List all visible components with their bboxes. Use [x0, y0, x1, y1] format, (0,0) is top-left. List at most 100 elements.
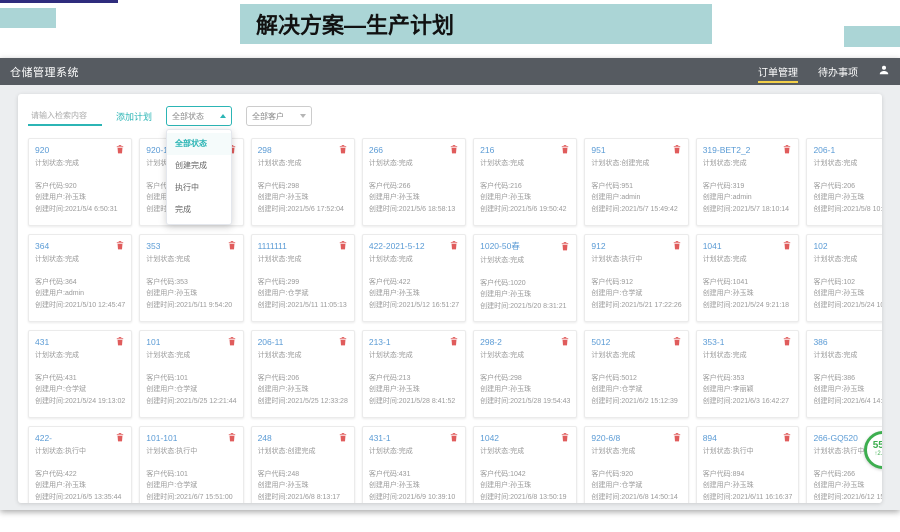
plan-card[interactable]: 920-6/8 计划状态:完成 客户代码:920 创建用户:仓学斌 创建时间:2… [584, 426, 688, 503]
delete-card-button[interactable] [338, 144, 348, 155]
card-time-line: 创建时间:2021/5/6 17:52:04 [258, 204, 348, 216]
card-status-line: 计划状态:创建完成 [258, 446, 348, 458]
card-user-line: 创建用户:孙玉珠 [146, 288, 236, 300]
delete-card-button[interactable] [449, 144, 459, 155]
delete-card-button[interactable] [338, 240, 348, 251]
delete-card-button[interactable] [449, 336, 459, 347]
card-status-line: 计划状态:完成 [369, 350, 459, 362]
card-status-line: 计划状态:完成 [591, 350, 681, 362]
card-time-line: 创建时间:2021/5/12 16:51:27 [369, 300, 459, 312]
add-plan-button[interactable]: 添加计划 [116, 110, 152, 123]
card-user-line: 创建用户:仓学斌 [146, 384, 236, 396]
status-option[interactable]: 执行中 [167, 177, 231, 199]
slide-title: 解决方案—生产计划 [240, 4, 712, 44]
card-title: 920-1 [146, 145, 168, 155]
search-input[interactable] [28, 106, 102, 126]
delete-card-button[interactable] [449, 432, 459, 443]
plan-card[interactable]: 1020-50春 计划状态:完成 客户代码:1020 创建用户:孙玉珠 创建时间… [473, 234, 577, 322]
card-user-line: 创建用户:admin [703, 192, 793, 204]
nav-item-todo[interactable]: 待办事项 [818, 58, 858, 85]
status-filter-select[interactable]: 全部状态 [166, 106, 232, 126]
card-user-line: 创建用户:仓学斌 [146, 480, 236, 492]
card-title: 920-6/8 [591, 433, 620, 443]
delete-card-button[interactable] [115, 336, 125, 347]
delete-card-button[interactable] [672, 336, 682, 347]
delete-card-button[interactable] [560, 336, 570, 347]
card-title: 353-1 [703, 337, 725, 347]
card-time-line: 创建时间:2021/6/8 13:50:19 [480, 492, 570, 503]
delete-card-button[interactable] [782, 144, 792, 155]
status-option[interactable]: 全部状态 [167, 133, 231, 155]
plan-card[interactable]: 920 计划状态:完成 客户代码:920 创建用户:孙玉珠 创建时间:2021/… [28, 138, 132, 226]
delete-card-button[interactable] [782, 336, 792, 347]
status-option[interactable]: 创建完成 [167, 155, 231, 177]
plan-card[interactable]: 422- 计划状态:执行中 客户代码:422 创建用户:孙玉珠 创建时间:202… [28, 426, 132, 503]
delete-card-button[interactable] [560, 144, 570, 155]
card-user-line: 创建用户:孙玉珠 [369, 384, 459, 396]
plan-card[interactable]: 1042 计划状态:完成 客户代码:1042 创建用户:孙玉珠 创建时间:202… [473, 426, 577, 503]
delete-card-button[interactable] [672, 432, 682, 443]
nav-item-order-management[interactable]: 订单管理 [758, 58, 798, 85]
user-menu-button[interactable] [878, 58, 890, 85]
plan-card[interactable]: 298 计划状态:完成 客户代码:298 创建用户:孙玉珠 创建时间:2021/… [251, 138, 355, 226]
plan-card[interactable]: 1111111 计划状态:完成 客户代码:299 创建用户:仓学斌 创建时间:2… [251, 234, 355, 322]
plan-card[interactable]: 5012 计划状态:完成 客户代码:5012 创建用户:仓学斌 创建时间:202… [584, 330, 688, 418]
card-status-line: 计划状态:执行中 [703, 446, 793, 458]
customer-filter-select[interactable]: 全部客户 [246, 106, 312, 126]
delete-card-button[interactable] [115, 432, 125, 443]
card-user-line: 创建用户:孙玉珠 [35, 192, 125, 204]
delete-card-button[interactable] [115, 144, 125, 155]
card-status-line: 计划状态:完成 [369, 254, 459, 266]
card-time-line: 创建时间:2021/6/12 15:25:09 [813, 492, 882, 503]
plan-card[interactable]: 431-1 计划状态:完成 客户代码:431 创建用户:孙玉珠 创建时间:202… [362, 426, 466, 503]
delete-card-button[interactable] [449, 240, 459, 251]
plan-card[interactable]: 102 计划状态:完成 客户代码:102 创建用户:孙玉珠 创建时间:2021/… [806, 234, 882, 322]
plan-card[interactable]: 248 计划状态:创建完成 客户代码:248 创建用户:孙玉珠 创建时间:202… [251, 426, 355, 503]
plan-card[interactable]: 353 计划状态:完成 客户代码:353 创建用户:孙玉珠 创建时间:2021/… [139, 234, 243, 322]
delete-card-button[interactable] [227, 432, 237, 443]
plan-card[interactable]: 319-BET2_2 计划状态:完成 客户代码:319 创建用户:admin 创… [696, 138, 800, 226]
card-customer-line: 客户代码:422 [35, 469, 125, 481]
plan-card[interactable]: 1041 计划状态:完成 客户代码:1041 创建用户:孙玉珠 创建时间:202… [696, 234, 800, 322]
plan-card[interactable]: 216 计划状态:完成 客户代码:216 创建用户:孙玉珠 创建时间:2021/… [473, 138, 577, 226]
delete-card-button[interactable] [560, 432, 570, 443]
trash-icon [116, 238, 124, 253]
plan-card[interactable]: 364 计划状态:完成 客户代码:364 创建用户:admin 创建时间:202… [28, 234, 132, 322]
card-title: 1041 [703, 241, 722, 251]
plan-card[interactable]: 266 计划状态:完成 客户代码:266 创建用户:孙玉珠 创建时间:2021/… [362, 138, 466, 226]
delete-card-button[interactable] [115, 240, 125, 251]
plan-card[interactable]: 353-1 计划状态:完成 客户代码:353 创建用户:李丽颖 创建时间:202… [696, 330, 800, 418]
plan-card[interactable]: 206-11 计划状态:完成 客户代码:206 创建用户:孙玉珠 创建时间:20… [251, 330, 355, 418]
card-status-line: 计划状态:完成 [591, 446, 681, 458]
delete-card-button[interactable] [338, 336, 348, 347]
trash-icon [339, 430, 347, 445]
plan-card[interactable]: 266-GQ520 计划状态:执行中 客户代码:266 创建用户:孙玉珠 创建时… [806, 426, 882, 503]
delete-card-button[interactable] [338, 432, 348, 443]
delete-card-button[interactable] [782, 240, 792, 251]
delete-card-button[interactable] [672, 240, 682, 251]
delete-card-button[interactable] [782, 432, 792, 443]
plan-card[interactable]: 101 计划状态:完成 客户代码:101 创建用户:仓学斌 创建时间:2021/… [139, 330, 243, 418]
plan-card[interactable]: 386 计划状态:完成 客户代码:386 创建用户:孙玉珠 创建时间:2021/… [806, 330, 882, 418]
plan-card[interactable]: 912 计划状态:执行中 客户代码:912 创建用户:仓学斌 创建时间:2021… [584, 234, 688, 322]
status-option[interactable]: 完成 [167, 199, 231, 221]
plan-card[interactable]: 298-2 计划状态:完成 客户代码:298 创建用户:孙玉珠 创建时间:202… [473, 330, 577, 418]
delete-card-button[interactable] [560, 241, 570, 252]
card-customer-line: 客户代码:894 [703, 469, 793, 481]
plan-card[interactable]: 101-101 计划状态:执行中 客户代码:101 创建用户:仓学斌 创建时间:… [139, 426, 243, 503]
plan-card[interactable]: 431 计划状态:完成 客户代码:431 创建用户:仓学斌 创建时间:2021/… [28, 330, 132, 418]
card-time-line: 创建时间:2021/5/7 15:49:42 [591, 204, 681, 216]
plan-card[interactable]: 213-1 计划状态:完成 客户代码:213 创建用户:孙玉珠 创建时间:202… [362, 330, 466, 418]
plan-card[interactable]: 894 计划状态:执行中 客户代码:894 创建用户:孙玉珠 创建时间:2021… [696, 426, 800, 503]
delete-card-button[interactable] [672, 144, 682, 155]
delete-card-button[interactable] [227, 336, 237, 347]
card-time-line: 创建时间:2021/5/4 6:50:31 [35, 204, 125, 216]
plan-card[interactable]: 422-2021-5-12 计划状态:完成 客户代码:422 创建用户:孙玉珠 … [362, 234, 466, 322]
card-customer-line: 客户代码:266 [369, 181, 459, 193]
card-customer-line: 客户代码:1020 [480, 278, 570, 290]
delete-card-button[interactable] [227, 240, 237, 251]
app-header: 仓储管理系统 订单管理 待办事项 [0, 58, 900, 85]
plan-card[interactable]: 206-1 计划状态:完成 客户代码:206 创建用户:孙玉珠 创建时间:202… [806, 138, 882, 226]
plan-card[interactable]: 951 计划状态:创建完成 客户代码:951 创建用户:admin 创建时间:2… [584, 138, 688, 226]
card-customer-line: 客户代码:248 [258, 469, 348, 481]
